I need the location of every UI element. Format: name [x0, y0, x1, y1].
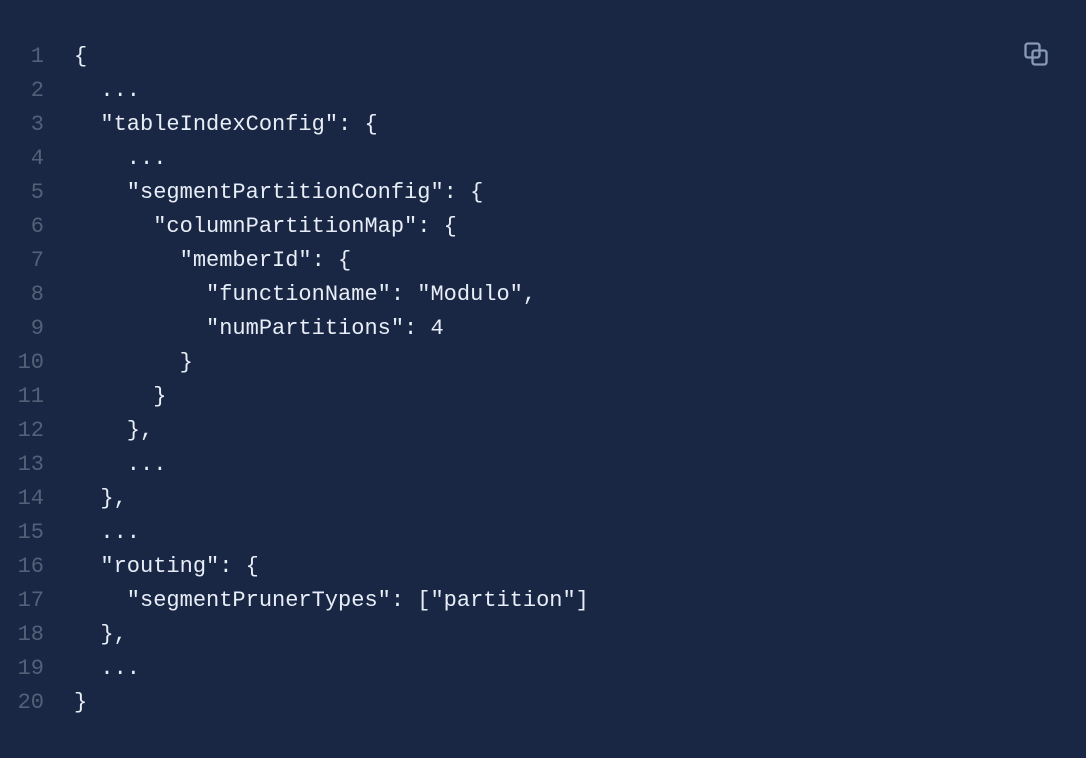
line-number: 15 [18, 516, 44, 550]
line-number: 10 [18, 346, 44, 380]
code-line: "routing": { [74, 550, 589, 584]
line-number: 20 [18, 686, 44, 720]
line-number: 3 [31, 108, 44, 142]
line-number: 8 [31, 278, 44, 312]
line-number: 7 [31, 244, 44, 278]
line-number: 6 [31, 210, 44, 244]
code-line: "columnPartitionMap": { [74, 210, 589, 244]
code-line: "numPartitions": 4 [74, 312, 589, 346]
line-number: 5 [31, 176, 44, 210]
line-number: 9 [31, 312, 44, 346]
copy-icon[interactable] [1022, 40, 1050, 68]
code-line: "tableIndexConfig": { [74, 108, 589, 142]
code-line: } [74, 346, 589, 380]
code-line: ... [74, 652, 589, 686]
line-number: 14 [18, 482, 44, 516]
code-line: "functionName": "Modulo", [74, 278, 589, 312]
code-line: { [74, 40, 589, 74]
code-line: ... [74, 142, 589, 176]
code-line: ... [74, 516, 589, 550]
code-block: 1 2 3 4 5 6 7 8 9 10 11 12 13 14 15 16 1… [0, 40, 1086, 720]
line-number: 13 [18, 448, 44, 482]
line-number: 1 [31, 40, 44, 74]
line-number: 11 [18, 380, 44, 414]
code-line: }, [74, 618, 589, 652]
line-number-gutter: 1 2 3 4 5 6 7 8 9 10 11 12 13 14 15 16 1… [0, 40, 62, 720]
code-line: "memberId": { [74, 244, 589, 278]
code-content: { ... "tableIndexConfig": { ... "segment… [62, 40, 589, 720]
code-line: } [74, 686, 589, 720]
code-line: }, [74, 482, 589, 516]
code-line: } [74, 380, 589, 414]
line-number: 16 [18, 550, 44, 584]
line-number: 12 [18, 414, 44, 448]
line-number: 18 [18, 618, 44, 652]
code-line: ... [74, 74, 589, 108]
code-line: "segmentPrunerTypes": ["partition"] [74, 584, 589, 618]
code-line: ... [74, 448, 589, 482]
line-number: 2 [31, 74, 44, 108]
code-line: "segmentPartitionConfig": { [74, 176, 589, 210]
line-number: 17 [18, 584, 44, 618]
line-number: 19 [18, 652, 44, 686]
code-line: }, [74, 414, 589, 448]
line-number: 4 [31, 142, 44, 176]
